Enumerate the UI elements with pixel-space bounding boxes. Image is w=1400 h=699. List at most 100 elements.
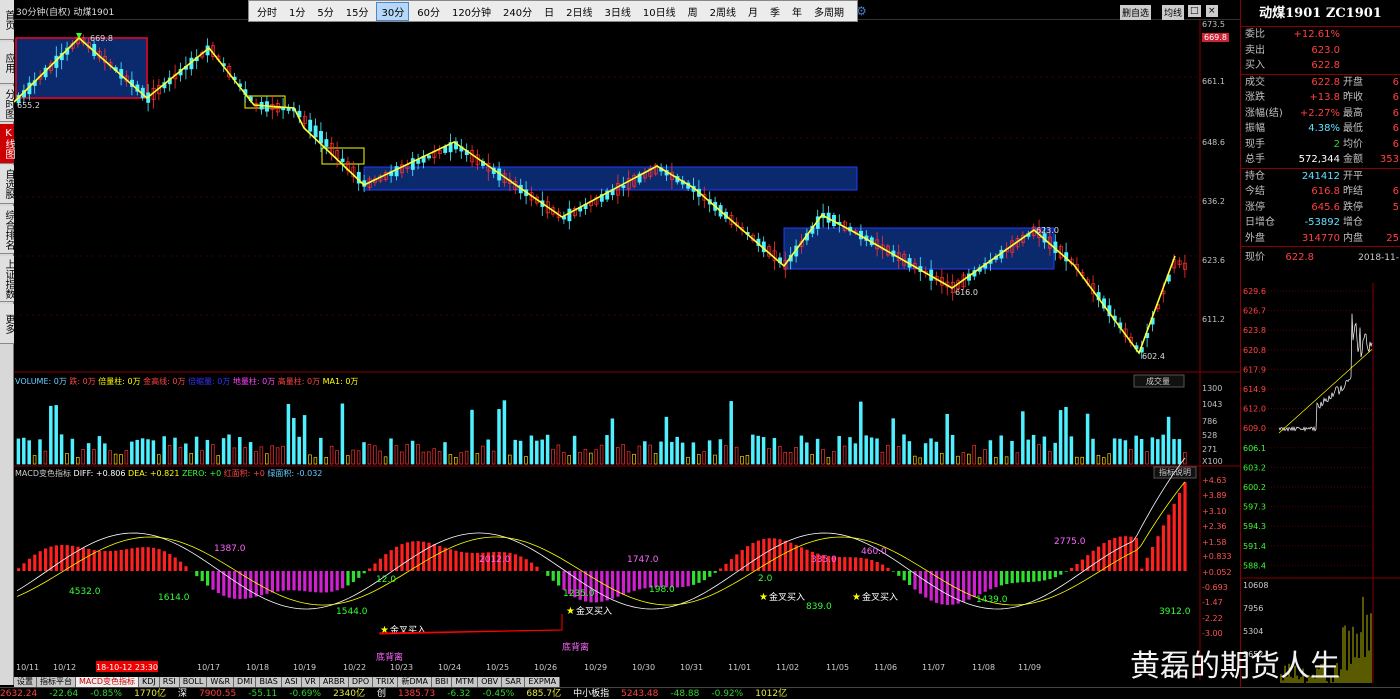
macd-bar <box>681 571 684 587</box>
period-0[interactable]: 分时 <box>253 3 281 20</box>
period-4[interactable]: 30分 <box>376 2 409 21</box>
watermark: 黄磊的期货人生 <box>1130 641 1340 685</box>
macd-bar <box>730 559 733 571</box>
period-13[interactable]: 2周线 <box>706 3 740 20</box>
indicator-tab-19[interactable]: EXPMA <box>525 677 560 687</box>
period-10[interactable]: 3日线 <box>601 3 635 20</box>
ma-button[interactable]: 均线 <box>1162 5 1184 20</box>
macd-bar <box>1070 568 1073 571</box>
restore-button[interactable]: □ <box>1188 5 1201 17</box>
low-label-3: 602.4 <box>1142 352 1165 361</box>
macd-bar <box>919 571 922 594</box>
indicator-tab-10[interactable]: VR <box>302 677 320 687</box>
volume-bar <box>876 439 879 464</box>
indicator-tab-9[interactable]: ASI <box>282 677 302 687</box>
indicator-tab-18[interactable]: SAR <box>502 677 525 687</box>
macd-bar <box>352 571 355 582</box>
macd-bar <box>384 554 387 571</box>
indicator-tab-14[interactable]: 新DMA <box>398 677 432 687</box>
volume-bar <box>60 435 63 464</box>
period-2[interactable]: 5分 <box>313 3 337 20</box>
macd-bar <box>465 553 468 571</box>
volume-bar <box>627 452 630 464</box>
indicator-tab-2[interactable]: MACD变色指标 <box>76 677 139 687</box>
volume-bar <box>87 444 90 464</box>
indicator-tab-0[interactable]: 设置 <box>14 677 37 687</box>
intraday-mini-chart[interactable]: 629.6 626.7 623.8 620.8 617.9 614.9 612.0 609.0… <box>1241 283 1400 683</box>
high-label-2: 623.0 <box>1036 226 1059 235</box>
close-button[interactable]: × <box>1206 5 1218 17</box>
indicator-tab-13[interactable]: TRIX <box>373 677 398 687</box>
indicator-tab-6[interactable]: W&R <box>207 677 234 687</box>
macd-bar <box>978 571 981 594</box>
volume-tick: X100 <box>1202 457 1223 466</box>
indicator-tab-16[interactable]: MTM <box>452 677 478 687</box>
period-9[interactable]: 2日线 <box>562 3 596 20</box>
volume-bar <box>373 446 376 464</box>
macd-bar <box>1097 547 1100 571</box>
volume-bar <box>454 457 457 464</box>
volume-bar <box>854 444 857 464</box>
indicator-tab-17[interactable]: OBV <box>478 677 502 687</box>
period-1[interactable]: 1分 <box>285 3 309 20</box>
period-7[interactable]: 240分 <box>499 3 536 20</box>
divergence-label: 底背离 <box>562 641 589 653</box>
period-12[interactable]: 周 <box>684 3 702 20</box>
volume-bar <box>692 443 695 464</box>
sidebar-item-3[interactable]: K线图 <box>0 124 14 164</box>
volume-bar <box>476 454 479 464</box>
volume-bar <box>1086 414 1089 464</box>
indicator-tab-1[interactable]: 指标平台 <box>37 677 76 687</box>
period-11[interactable]: 10日线 <box>639 3 680 20</box>
period-14[interactable]: 月 <box>744 3 762 20</box>
macd-tick: -0.693 <box>1202 583 1228 592</box>
indicator-tab-3[interactable]: KDJ <box>139 677 160 687</box>
macd-bar <box>314 571 317 592</box>
settings-gear-icon[interactable]: ⚙ <box>852 3 871 19</box>
price-tick: 636.2 <box>1202 197 1225 206</box>
indicator-tab-4[interactable]: RSI <box>160 677 180 687</box>
period-16[interactable]: 年 <box>788 3 806 20</box>
sidebar-item-0[interactable]: 首页 <box>0 0 14 40</box>
period-15[interactable]: 季 <box>766 3 784 20</box>
sidebar-item-5[interactable]: 综合排名 <box>0 206 14 254</box>
period-8[interactable]: 日 <box>540 3 558 20</box>
macd-bar <box>201 571 204 581</box>
macd-bar <box>735 554 738 571</box>
indicator-tab-5[interactable]: BOLL <box>180 677 208 687</box>
indicator-tab-8[interactable]: BIAS <box>256 677 281 687</box>
period-6[interactable]: 120分钟 <box>448 3 495 20</box>
period-17[interactable]: 多周期 <box>810 3 848 20</box>
macd-bar <box>784 541 787 571</box>
macd-value-label: 12.0 <box>376 575 396 585</box>
x-axis-label: 10/11 <box>16 663 39 672</box>
macd-bar <box>1065 571 1068 572</box>
sidebar-item-1[interactable]: 应用 <box>0 42 14 84</box>
sidebar-item-2[interactable]: 分时图 <box>0 86 14 122</box>
indicator-tab-7[interactable]: DMI <box>234 677 256 687</box>
sidebar-item-6[interactable]: 上证指数 <box>0 256 14 302</box>
macd-bar <box>622 571 625 595</box>
delete-favorite-button[interactable]: 删自选 <box>1120 5 1151 20</box>
sidebar-item-4[interactable]: 自选股 <box>0 165 14 204</box>
indicator-tab-15[interactable]: BBI <box>432 677 452 687</box>
period-3[interactable]: 15分 <box>342 3 373 20</box>
macd-bar <box>924 571 927 598</box>
price-tick: 669.8 <box>1202 33 1229 42</box>
macd-bar <box>184 566 187 571</box>
macd-bar <box>282 571 285 591</box>
macd-bar <box>44 548 47 571</box>
indicator-tab-12[interactable]: DPO <box>349 677 373 687</box>
x-axis-label: 11/05 <box>826 663 849 672</box>
macd-value-label: 198.0 <box>649 585 675 595</box>
indicator-tab-11[interactable]: ARBR <box>320 677 349 687</box>
candle <box>314 126 317 137</box>
sidebar-item-7[interactable]: 更多 <box>0 304 14 344</box>
volume-bar <box>39 440 42 464</box>
quote-row-9: 持仓 241412 开平 <box>1241 169 1400 185</box>
period-5[interactable]: 60分 <box>413 3 444 20</box>
ticker-item: -48.88 <box>670 689 699 699</box>
volume-bar <box>233 448 236 464</box>
kline-chart[interactable]: 669.8 655.2 616.0 623.0 602.4 VOLUME: 0万 跌: 0… <box>14 20 1240 680</box>
macd-value-label: 2012.0 <box>479 555 511 565</box>
